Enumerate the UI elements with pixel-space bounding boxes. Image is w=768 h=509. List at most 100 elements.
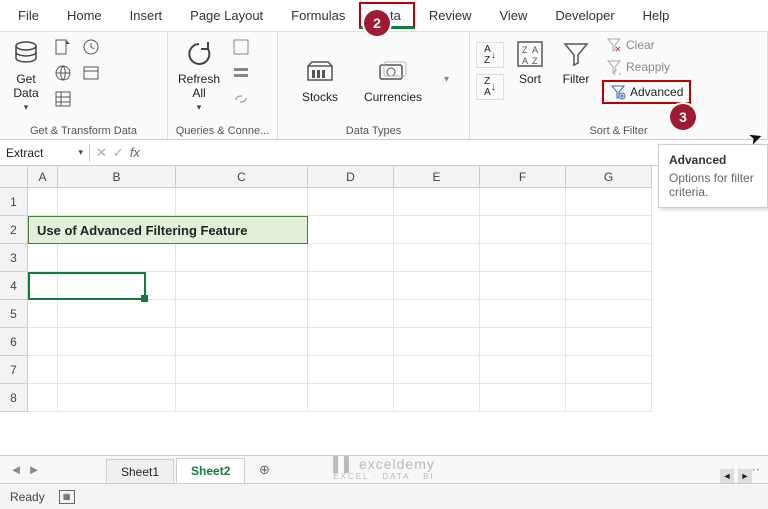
stocks-label: Stocks: [302, 90, 338, 104]
sort-asc-button[interactable]: AZ↓: [476, 42, 504, 68]
col-g[interactable]: G: [566, 166, 652, 188]
funnel-advanced-icon: [610, 84, 626, 100]
callout-2: 2: [364, 10, 390, 36]
group-queries-connections: Refresh All ▾ Queries & Conne...: [168, 32, 278, 139]
filter-label: Filter: [563, 72, 590, 86]
svg-text:Z: Z: [522, 45, 528, 55]
sheet-tab-sheet1[interactable]: Sheet1: [106, 459, 174, 484]
sheet-tab-bar: ◄ ► Sheet1 Sheet2 ⊕ ⋯: [0, 455, 768, 483]
cancel-formula-icon[interactable]: ✕: [96, 145, 107, 161]
col-e[interactable]: E: [394, 166, 480, 188]
column-headers: A B C D E F G: [28, 166, 768, 188]
chevron-down-icon[interactable]: ▾: [78, 147, 83, 158]
group-label-get-transform: Get & Transform Data: [6, 123, 161, 137]
tab-review[interactable]: Review: [415, 2, 486, 29]
row-6[interactable]: 6: [0, 328, 28, 356]
tab-help[interactable]: Help: [629, 2, 684, 29]
chevron-down-icon: ▾: [24, 102, 29, 113]
group-label-queries: Queries & Conne...: [174, 123, 271, 137]
from-text-csv-button[interactable]: [52, 36, 74, 58]
from-table-button[interactable]: [52, 88, 74, 110]
col-d[interactable]: D: [308, 166, 394, 188]
ribbon: Get Data ▾ Get & Transform Data Refresh …: [0, 32, 768, 140]
funnel-icon: [560, 38, 592, 70]
enter-formula-icon[interactable]: ✓: [113, 145, 124, 161]
row-4[interactable]: 4: [0, 272, 28, 300]
selected-cell-b4[interactable]: [28, 272, 146, 300]
svg-text:A: A: [522, 56, 528, 66]
queries-connections-button[interactable]: [230, 36, 252, 58]
fx-icon[interactable]: fx: [130, 145, 140, 160]
select-all-corner[interactable]: [0, 166, 28, 188]
col-a[interactable]: A: [28, 166, 58, 188]
status-text: Ready: [10, 490, 45, 504]
scroll-left-icon[interactable]: ◄: [720, 469, 734, 483]
row-8[interactable]: 8: [0, 384, 28, 412]
scroll-down-icon[interactable]: ▾: [444, 74, 449, 85]
chevron-down-icon: ▾: [197, 102, 202, 113]
group-label-data-types: Data Types: [284, 123, 463, 137]
group-get-transform: Get Data ▾ Get & Transform Data: [0, 32, 168, 139]
advanced-filter-button[interactable]: Advanced: [602, 80, 691, 104]
row-headers: 1 2 3 4 5 6 7 8: [0, 188, 28, 412]
currencies-icon: [377, 56, 409, 88]
tooltip-title: Advanced: [669, 153, 757, 167]
row-7[interactable]: 7: [0, 356, 28, 384]
sheet-tab-sheet2[interactable]: Sheet2: [176, 458, 245, 485]
fill-handle[interactable]: [141, 295, 148, 302]
callout-3: 3: [670, 104, 696, 130]
status-bar: Ready ▦: [0, 483, 768, 509]
tab-page-layout[interactable]: Page Layout: [176, 2, 277, 29]
tab-developer[interactable]: Developer: [541, 2, 628, 29]
from-web-button[interactable]: [52, 62, 74, 84]
refresh-all-button[interactable]: Refresh All ▾: [174, 36, 224, 115]
row-2[interactable]: 2: [0, 216, 28, 244]
existing-connections-button[interactable]: [80, 62, 102, 84]
sort-label: Sort: [519, 72, 541, 86]
name-box-value: Extract: [6, 146, 43, 160]
database-icon: [10, 38, 42, 70]
currencies-button[interactable]: Currencies: [360, 54, 426, 106]
stocks-icon: [304, 56, 336, 88]
svg-text:Z: Z: [532, 56, 538, 66]
funnel-reapply-icon: [606, 59, 622, 75]
horizontal-scrollbar[interactable]: ◄ ►: [720, 469, 760, 483]
refresh-icon: [183, 38, 215, 70]
sort-desc-button[interactable]: ZA↓: [476, 74, 504, 100]
macro-record-icon[interactable]: ▦: [59, 490, 75, 504]
tab-view[interactable]: View: [485, 2, 541, 29]
clear-filter-button[interactable]: Clear: [602, 36, 691, 54]
sheet-nav-prev[interactable]: ◄: [8, 462, 24, 478]
row-3[interactable]: 3: [0, 244, 28, 272]
sheet-nav-next[interactable]: ►: [26, 462, 42, 478]
formula-bar: Extract ▾ ✕ ✓ fx: [0, 140, 768, 166]
filter-button[interactable]: Filter: [556, 36, 596, 88]
scroll-right-icon[interactable]: ►: [738, 469, 752, 483]
cell-b2-merged-title[interactable]: Use of Advanced Filtering Feature: [28, 216, 308, 244]
tab-formulas[interactable]: Formulas: [277, 2, 359, 29]
edit-links-button[interactable]: [230, 88, 252, 110]
group-sort-filter: AZ↓ ZA↓ ZAAZ Sort Filter Clear Reapply: [470, 32, 768, 139]
worksheet-grid[interactable]: A B C D E F G 1 2 3 4 5 6 7 8 Use of Adv…: [0, 166, 768, 430]
sort-button[interactable]: ZAAZ Sort: [510, 36, 550, 88]
svg-text:A: A: [532, 45, 538, 55]
tab-home[interactable]: Home: [53, 2, 116, 29]
stocks-button[interactable]: Stocks: [298, 54, 342, 106]
col-b[interactable]: B: [58, 166, 176, 188]
sort-icon: ZAAZ: [514, 38, 546, 70]
tab-file[interactable]: File: [4, 2, 53, 29]
name-box[interactable]: Extract ▾: [0, 144, 90, 162]
group-data-types: Stocks Currencies ▾ Data Types: [278, 32, 470, 139]
col-f[interactable]: F: [480, 166, 566, 188]
row-1[interactable]: 1: [0, 188, 28, 216]
get-data-label: Get Data: [13, 72, 38, 100]
refresh-all-label: Refresh All: [178, 72, 220, 100]
get-data-button[interactable]: Get Data ▾: [6, 36, 46, 115]
recent-sources-button[interactable]: [80, 36, 102, 58]
row-5[interactable]: 5: [0, 300, 28, 328]
tab-insert[interactable]: Insert: [116, 2, 177, 29]
new-sheet-button[interactable]: ⊕: [253, 459, 275, 481]
col-c[interactable]: C: [176, 166, 308, 188]
properties-button[interactable]: [230, 62, 252, 84]
reapply-filter-button[interactable]: Reapply: [602, 58, 691, 76]
